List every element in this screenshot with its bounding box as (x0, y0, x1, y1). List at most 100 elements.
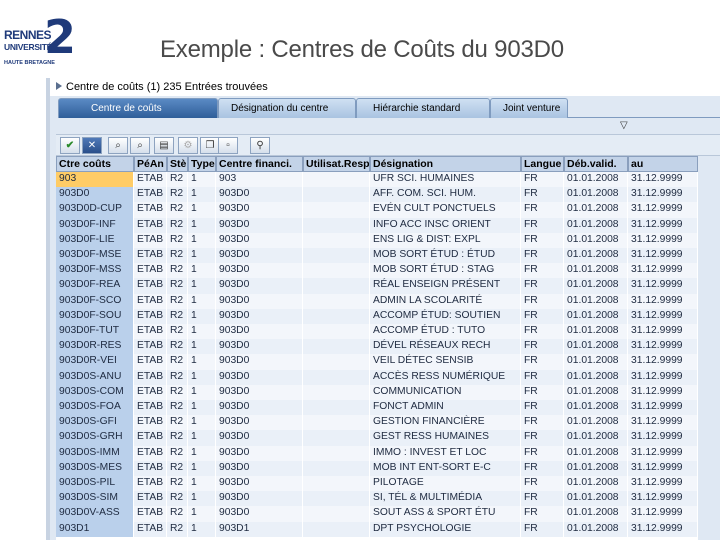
cell-designation[interactable]: INFO ACC INSC ORIENT (370, 217, 521, 233)
cell-type[interactable]: 1 (188, 248, 216, 264)
cell-centre-financier[interactable]: 903D0 (216, 202, 303, 218)
cell-centre-financier[interactable]: 903D0 (216, 293, 303, 309)
cell-centre-financier[interactable]: 903D0 (216, 354, 303, 370)
cell-deb-valid[interactable]: 01.01.2008 (564, 430, 628, 446)
table-row[interactable]: 903D0F-LIE ETAB R2 1 903D0 ENS LIG & DIST: EX… (56, 232, 698, 248)
cell-au[interactable]: 31.12.9999 (628, 293, 698, 309)
cell-langue[interactable]: FR (521, 445, 564, 461)
cell-designation[interactable]: UFR SCI. HUMAINES (370, 172, 521, 188)
table-row[interactable]: 903D0S-FOA ETAB R2 1 903D0 FONCT ADMIN FR 01.01… (56, 400, 698, 416)
cell-langue[interactable]: FR (521, 384, 564, 400)
cell-pean[interactable]: ETAB (134, 491, 167, 507)
cell-deb-valid[interactable]: 01.01.2008 (564, 521, 628, 537)
cell-pean[interactable]: ETAB (134, 400, 167, 416)
check-icon[interactable]: ✔ (60, 137, 80, 154)
cell-ctre-couts[interactable]: 903D0F-TUT (56, 324, 134, 340)
cell-pean[interactable]: ETAB (134, 445, 167, 461)
table-row[interactable]: 903D0S-GFI ETAB R2 1 903D0 GESTION FINANCIÈRE… (56, 415, 698, 431)
cell-ctre-couts[interactable]: 903D0F-SCO (56, 293, 134, 309)
cell-designation[interactable]: PILOTAGE (370, 476, 521, 492)
binoculars-icon[interactable]: ⌕ (108, 137, 128, 154)
cell-langue[interactable]: FR (521, 202, 564, 218)
cell-type[interactable]: 1 (188, 172, 216, 188)
cell-deb-valid[interactable]: 01.01.2008 (564, 263, 628, 279)
cell-type[interactable]: 1 (188, 202, 216, 218)
cell-utilisat-resp[interactable] (303, 445, 370, 461)
cell-deb-valid[interactable]: 01.01.2008 (564, 491, 628, 507)
cell-utilisat-resp[interactable] (303, 430, 370, 446)
cell-utilisat-resp[interactable] (303, 263, 370, 279)
cell-ctre-couts[interactable]: 903D0S-SIM (56, 491, 134, 507)
cell-deb-valid[interactable]: 01.01.2008 (564, 187, 628, 203)
cell-langue[interactable]: FR (521, 263, 564, 279)
cell-au[interactable]: 31.12.9999 (628, 384, 698, 400)
cell-au[interactable]: 31.12.9999 (628, 521, 698, 537)
cell-pean[interactable]: ETAB (134, 339, 167, 355)
cell-type[interactable]: 1 (188, 445, 216, 461)
cell-utilisat-resp[interactable] (303, 324, 370, 340)
cell-utilisat-resp[interactable] (303, 202, 370, 218)
cell-centre-financier[interactable]: 903D0 (216, 506, 303, 522)
cell-langue[interactable]: FR (521, 339, 564, 355)
cell-type[interactable]: 1 (188, 293, 216, 309)
column-header-pean[interactable]: PéAn (134, 156, 167, 172)
cancel-icon[interactable]: ✕ (82, 137, 102, 154)
cell-centre-financier[interactable]: 903D0 (216, 369, 303, 385)
cell-langue[interactable]: FR (521, 460, 564, 476)
cell-pean[interactable]: ETAB (134, 415, 167, 431)
cell-deb-valid[interactable]: 01.01.2008 (564, 172, 628, 188)
cell-ste[interactable]: R2 (167, 384, 188, 400)
cell-designation[interactable]: DPT PSYCHOLOGIE (370, 521, 521, 537)
cell-pean[interactable]: ETAB (134, 217, 167, 233)
pin-icon[interactable]: ▽ (620, 120, 628, 131)
cell-type[interactable]: 1 (188, 324, 216, 340)
cell-ctre-couts[interactable]: 903D0S-FOA (56, 400, 134, 416)
column-header-ctre-couts[interactable]: Ctre coûts (56, 156, 134, 172)
table-row[interactable]: 903D0S-COM ETAB R2 1 903D0 COMMUNICATION FR 01.… (56, 384, 698, 400)
cell-type[interactable]: 1 (188, 430, 216, 446)
cell-designation[interactable]: VEIL DÉTEC SENSIB (370, 354, 521, 370)
cell-ste[interactable]: R2 (167, 521, 188, 537)
cell-utilisat-resp[interactable] (303, 400, 370, 416)
cell-utilisat-resp[interactable] (303, 521, 370, 537)
column-header-au[interactable]: au (628, 156, 698, 172)
cell-type[interactable]: 1 (188, 506, 216, 522)
cell-centre-financier[interactable]: 903D0 (216, 308, 303, 324)
cell-type[interactable]: 1 (188, 400, 216, 416)
cell-utilisat-resp[interactable] (303, 232, 370, 248)
cell-type[interactable]: 1 (188, 217, 216, 233)
table-row[interactable]: 903D0S-ANU ETAB R2 1 903D0 ACCÈS RESS NUMÉRIQ… (56, 369, 698, 385)
table-row[interactable]: 903D0S-IMM ETAB R2 1 903D0 IMMO : INVEST ET L… (56, 445, 698, 461)
cell-deb-valid[interactable]: 01.01.2008 (564, 202, 628, 218)
cell-pean[interactable]: ETAB (134, 430, 167, 446)
cell-designation[interactable]: ACCOMP ÉTUD: SOUTIEN (370, 308, 521, 324)
cell-langue[interactable]: FR (521, 400, 564, 416)
cell-langue[interactable]: FR (521, 187, 564, 203)
column-header-centre-financier[interactable]: Centre financi. (216, 156, 303, 172)
cell-deb-valid[interactable]: 01.01.2008 (564, 293, 628, 309)
cell-deb-valid[interactable]: 01.01.2008 (564, 476, 628, 492)
cell-centre-financier[interactable]: 903D0 (216, 491, 303, 507)
cell-type[interactable]: 1 (188, 521, 216, 537)
cell-pean[interactable]: ETAB (134, 476, 167, 492)
cell-ctre-couts[interactable]: 903D0R-RES (56, 339, 134, 355)
cell-pean[interactable]: ETAB (134, 263, 167, 279)
cell-type[interactable]: 1 (188, 460, 216, 476)
cell-utilisat-resp[interactable] (303, 293, 370, 309)
cell-ctre-couts[interactable]: 903D0 (56, 187, 134, 203)
cell-type[interactable]: 1 (188, 263, 216, 279)
cell-type[interactable]: 1 (188, 491, 216, 507)
table-row[interactable]: 903D1 ETAB R2 1 903D1 DPT PSYCHOLOGIE FR 01.01.… (56, 521, 698, 537)
column-header-designation[interactable]: Désignation (370, 156, 521, 172)
cell-ste[interactable]: R2 (167, 308, 188, 324)
cell-au[interactable]: 31.12.9999 (628, 278, 698, 294)
cell-ste[interactable]: R2 (167, 415, 188, 431)
cell-langue[interactable]: FR (521, 521, 564, 537)
cell-pean[interactable]: ETAB (134, 293, 167, 309)
cell-ctre-couts[interactable]: 903D0S-PIL (56, 476, 134, 492)
cell-designation[interactable]: ENS LIG & DIST: EXPL (370, 232, 521, 248)
cell-deb-valid[interactable]: 01.01.2008 (564, 232, 628, 248)
cell-ctre-couts[interactable]: 903D0S-GRH (56, 430, 134, 446)
cell-designation[interactable]: ACCÈS RESS NUMÉRIQUE (370, 369, 521, 385)
cell-ste[interactable]: R2 (167, 293, 188, 309)
